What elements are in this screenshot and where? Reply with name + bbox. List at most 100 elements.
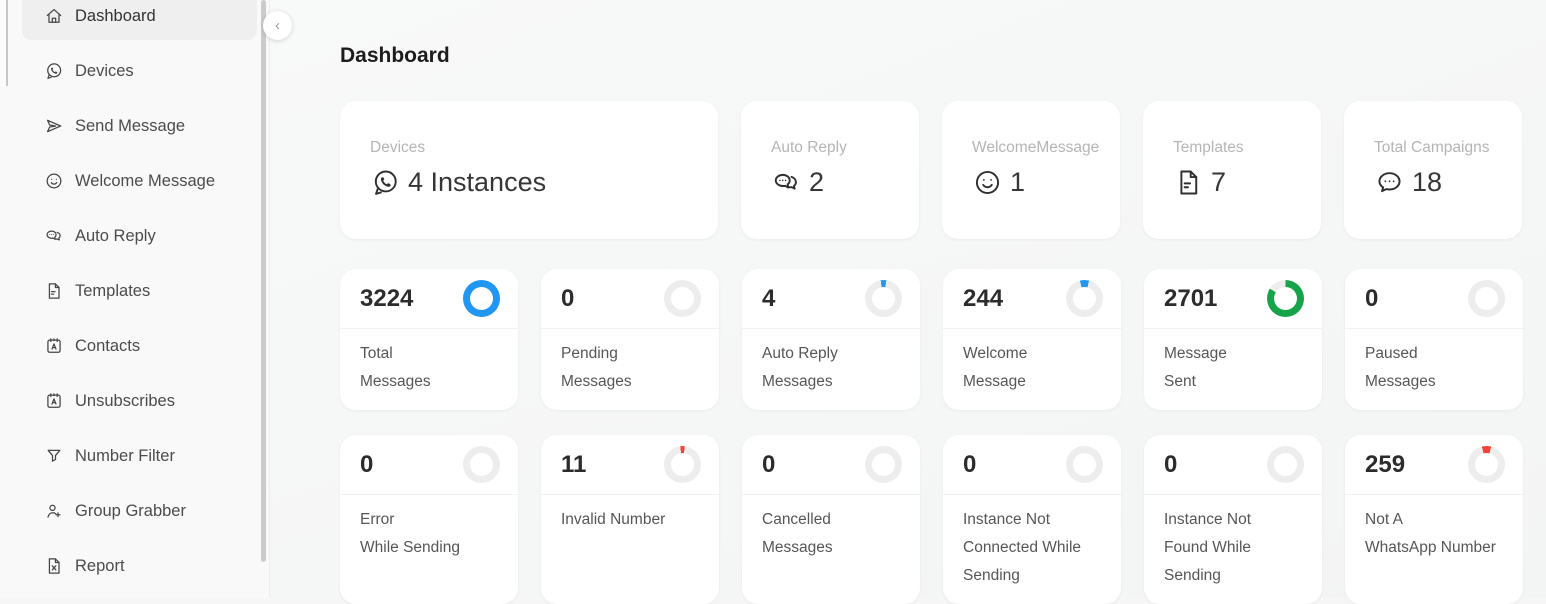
stat-card-header: 4 bbox=[742, 269, 920, 329]
sidebar-scrollbar[interactable] bbox=[261, 0, 266, 562]
stat-card-label: ErrorWhile Sending bbox=[340, 495, 518, 576]
contact-book-icon bbox=[44, 391, 64, 411]
stat-card-value: 3224 bbox=[360, 285, 413, 313]
summary-card-value-row: 1 bbox=[972, 167, 1096, 198]
whatsapp-icon bbox=[370, 167, 401, 198]
stat-card-value: 0 bbox=[1365, 285, 1378, 313]
stat-card-welcome-message: 244 WelcomeMessage bbox=[943, 269, 1121, 410]
sidebar-item-label: Templates bbox=[75, 282, 150, 301]
summary-card-value: 7 bbox=[1211, 167, 1226, 198]
sidebar-nav: Dashboard Devices Send Message Welcome Mess… bbox=[0, 0, 269, 590]
speech-bubble-icon bbox=[1374, 167, 1405, 198]
stat-card-value: 11 bbox=[561, 451, 586, 479]
stat-card-header: 0 bbox=[943, 435, 1121, 495]
sidebar-item-contacts[interactable]: Contacts bbox=[22, 322, 257, 370]
stat-card-header: 0 bbox=[1144, 435, 1322, 495]
sidebar-item-group-grabber[interactable]: Group Grabber bbox=[22, 487, 257, 535]
report-file-icon bbox=[44, 556, 64, 576]
sidebar-item-unsubscribes[interactable]: Unsubscribes bbox=[22, 377, 257, 425]
sidebar-item-templates[interactable]: Templates bbox=[22, 267, 257, 315]
summary-card-auto-reply: Auto Reply2 bbox=[741, 101, 919, 239]
sidebar-item-dashboard[interactable]: Dashboard bbox=[22, 0, 257, 40]
sidebar-item-auto-reply[interactable]: Auto Reply bbox=[22, 212, 257, 260]
summary-card-value: 4 Instances bbox=[408, 167, 546, 198]
summary-card-label: WelcomeMessage bbox=[972, 135, 1096, 161]
stat-card-value: 4 bbox=[762, 285, 775, 313]
smiley-icon bbox=[44, 171, 64, 191]
stat-card-header: 0 bbox=[541, 269, 719, 329]
stat-card-label: Instance NotFound WhileSending bbox=[1144, 495, 1322, 604]
smiley-icon bbox=[972, 167, 1003, 198]
progress-ring bbox=[664, 446, 701, 483]
stat-card-label: Auto ReplyMessages bbox=[742, 329, 920, 410]
stat-card-label: PausedMessages bbox=[1345, 329, 1523, 410]
stat-card-header: 0 bbox=[742, 435, 920, 495]
progress-ring bbox=[865, 446, 902, 483]
sidebar-item-label: Send Message bbox=[75, 117, 185, 136]
window-edge bbox=[0, 0, 8, 86]
stat-card-label: TotalMessages bbox=[340, 329, 518, 410]
stat-card-auto-reply-messages: 4 Auto ReplyMessages bbox=[742, 269, 920, 410]
stat-card-instance-not-found-while-sending: 0Instance NotFound WhileSending bbox=[1144, 435, 1322, 604]
summary-card-label: Total Campaigns bbox=[1374, 135, 1498, 161]
stat-card-header: 2701 bbox=[1144, 269, 1322, 329]
stat-card-header: 3224 bbox=[340, 269, 518, 329]
stat-card-pending-messages: 0PendingMessages bbox=[541, 269, 719, 410]
summary-card-devices: Devices4 Instances bbox=[340, 101, 718, 239]
sidebar-item-send-message[interactable]: Send Message bbox=[22, 102, 257, 150]
progress-ring bbox=[463, 446, 500, 483]
stat-card-invalid-number: 11Invalid Number bbox=[541, 435, 719, 604]
stat-card-value: 0 bbox=[963, 451, 976, 479]
stats-grid: 3224 TotalMessages 0PendingMessages 4 Auto R… bbox=[340, 269, 1546, 604]
document-icon bbox=[1173, 167, 1204, 198]
stat-card-value: 0 bbox=[762, 451, 775, 479]
summary-card-value: 18 bbox=[1412, 167, 1442, 198]
sidebar-item-label: Auto Reply bbox=[75, 227, 156, 246]
stat-card-header: 259 bbox=[1345, 435, 1523, 495]
summary-card-templates: Templates7 bbox=[1143, 101, 1321, 239]
summary-card-welcomemessage: WelcomeMessage 1 bbox=[942, 101, 1120, 239]
sidebar-item-label: Unsubscribes bbox=[75, 392, 175, 411]
progress-ring bbox=[1267, 446, 1304, 483]
progress-ring bbox=[1468, 446, 1505, 483]
stat-card-label: MessageSent bbox=[1144, 329, 1322, 410]
sidebar: Dashboard Devices Send Message Welcome Mess… bbox=[0, 0, 270, 598]
stat-card-header: 0 bbox=[340, 435, 518, 495]
sidebar-item-label: Welcome Message bbox=[75, 172, 215, 191]
sidebar-collapse-button[interactable]: ‹ bbox=[263, 11, 292, 40]
stat-card-header: 244 bbox=[943, 269, 1121, 329]
document-icon bbox=[44, 281, 64, 301]
sidebar-item-welcome-message[interactable]: Welcome Message bbox=[22, 157, 257, 205]
person-add-icon bbox=[44, 501, 64, 521]
stat-card-not-a-whatsapp-number: 259 Not AWhatsApp Number bbox=[1345, 435, 1523, 604]
contact-book-icon bbox=[44, 336, 64, 356]
stat-card-label: Instance NotConnected WhileSending bbox=[943, 495, 1121, 604]
stat-card-value: 244 bbox=[963, 285, 1003, 313]
stat-card-header: 0 bbox=[1345, 269, 1523, 329]
progress-ring bbox=[1066, 446, 1103, 483]
progress-ring bbox=[1267, 280, 1304, 317]
sidebar-item-devices[interactable]: Devices bbox=[22, 47, 257, 95]
send-icon bbox=[44, 116, 64, 136]
stat-card-message-sent: 2701MessageSent bbox=[1144, 269, 1322, 410]
summary-card-value-row: 2 bbox=[771, 167, 895, 198]
stat-card-instance-not-connected-while-sending: 0 Instance NotConnected WhileSending bbox=[943, 435, 1121, 604]
chat-bubbles-icon bbox=[44, 226, 64, 246]
stat-card-label: Not AWhatsApp Number bbox=[1345, 495, 1523, 576]
home-icon bbox=[44, 6, 64, 26]
funnel-icon bbox=[44, 446, 64, 466]
stat-card-value: 259 bbox=[1365, 451, 1405, 479]
main-content: Dashboard Devices4 InstancesAuto Reply2W… bbox=[270, 0, 1546, 598]
sidebar-item-number-filter[interactable]: Number Filter bbox=[22, 432, 257, 480]
summary-card-value: 1 bbox=[1010, 167, 1025, 198]
stat-card-label: CancelledMessages bbox=[742, 495, 920, 576]
sidebar-item-label: Dashboard bbox=[75, 7, 156, 26]
sidebar-item-label: Contacts bbox=[75, 337, 140, 356]
progress-ring bbox=[463, 280, 500, 317]
whatsapp-icon bbox=[44, 61, 64, 81]
sidebar-item-label: Number Filter bbox=[75, 447, 175, 466]
progress-ring bbox=[1066, 280, 1103, 317]
stat-card-label: WelcomeMessage bbox=[943, 329, 1121, 410]
sidebar-item-report[interactable]: Report bbox=[22, 542, 257, 590]
summary-card-value-row: 4 Instances bbox=[370, 167, 694, 198]
